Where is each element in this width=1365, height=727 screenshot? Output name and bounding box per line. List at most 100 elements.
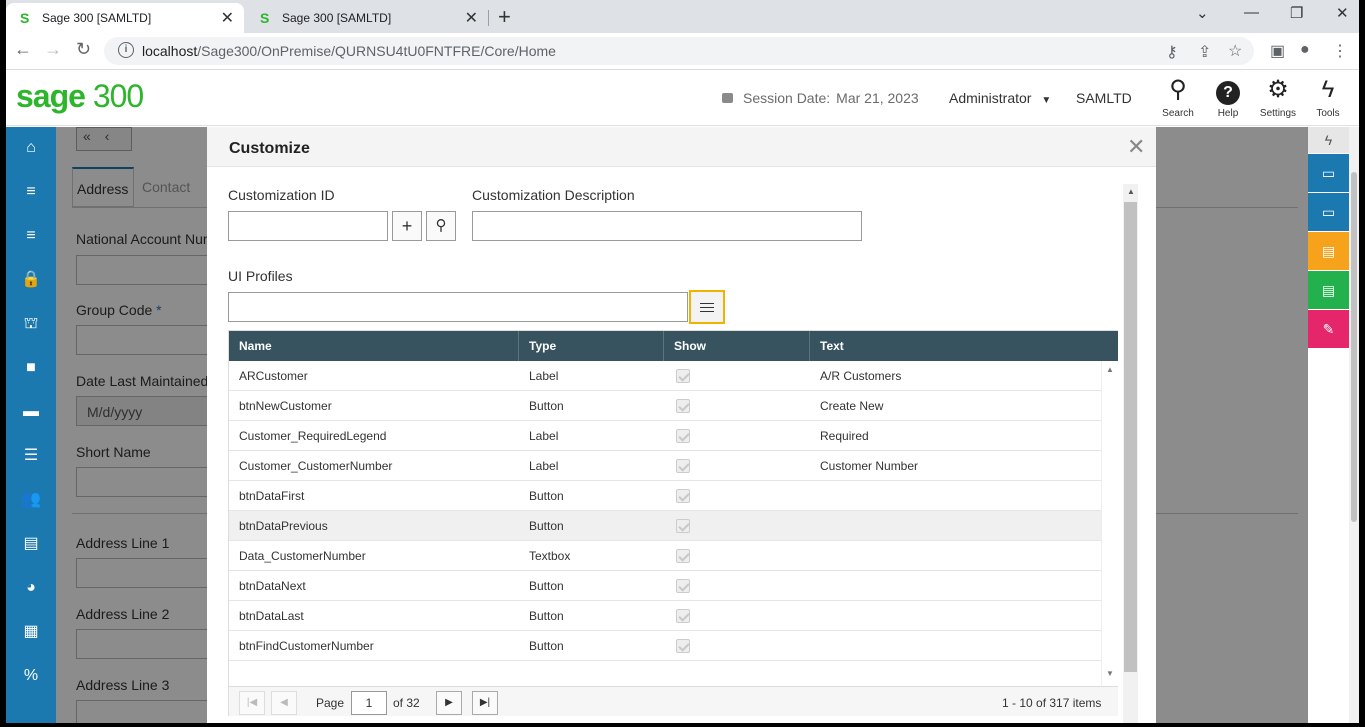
column-header-name[interactable]: Name (229, 331, 519, 361)
minimize-icon[interactable]: — (1244, 4, 1259, 21)
dialog-scroll-thumb[interactable] (1124, 202, 1137, 672)
grid-scrollbar[interactable]: ▲ ▼ (1101, 361, 1118, 686)
user-menu[interactable]: Administrator ▼ (949, 90, 1051, 106)
key-icon[interactable]: ⚷ (1166, 42, 1178, 62)
info-icon[interactable]: i (118, 42, 134, 58)
tools-button[interactable]: ϟ Tools (1304, 76, 1352, 119)
table-row[interactable]: btnNewCustomer Button Create New (229, 391, 1101, 421)
table-row[interactable]: btnFindCustomerNumber Button (229, 631, 1101, 661)
table-row[interactable]: btnDataLast Button (229, 601, 1101, 631)
previous-page-button[interactable]: ◀ (271, 691, 297, 715)
forward-icon[interactable]: → (44, 39, 62, 60)
chevron-down-icon[interactable]: ⌄ (1196, 4, 1209, 22)
show-checkbox[interactable] (676, 639, 690, 653)
folder-icon[interactable]: ▬ (6, 397, 56, 427)
first-page-button[interactable]: |◀ (239, 691, 265, 715)
users-icon[interactable]: 👥 (6, 485, 56, 515)
window-history-icon[interactable]: ▭ (1308, 193, 1349, 231)
show-checkbox[interactable] (676, 369, 690, 383)
scroll-up-icon[interactable]: ▲ (1106, 365, 1114, 374)
share-icon[interactable]: ⇪ (1198, 42, 1211, 62)
ui-profiles-menu-button[interactable] (689, 290, 725, 324)
cell-text[interactable] (810, 571, 1100, 601)
show-checkbox[interactable] (676, 549, 690, 563)
cell-text[interactable]: A/R Customers (810, 361, 1100, 391)
browser-tab-1[interactable]: S Sage 300 [SAMLTD] ✕ (6, 3, 244, 33)
restore-icon[interactable]: ❐ (1290, 4, 1303, 22)
table-row[interactable]: Customer_CustomerNumber Label Customer Num… (229, 451, 1101, 481)
profile-icon[interactable]: ● (1300, 41, 1310, 59)
quick-action-icon[interactable]: ϟ (1308, 127, 1349, 153)
cell-text[interactable]: Customer Number (810, 451, 1100, 481)
sage-logo[interactable]: sage 300 (16, 78, 144, 115)
settings-button[interactable]: ⚙ Settings (1254, 76, 1302, 119)
show-checkbox[interactable] (676, 459, 690, 473)
url-text[interactable]: localhost/Sage300/OnPremise/QURNSU4tU0FN… (142, 43, 556, 59)
help-button[interactable]: ? Help (1204, 76, 1252, 119)
page-scroll-thumb[interactable] (1351, 172, 1357, 522)
inquiry-icon[interactable]: ▤ (1308, 271, 1349, 309)
archive-icon[interactable]: ☰ (6, 441, 56, 471)
cell-text[interactable] (810, 511, 1100, 541)
show-checkbox[interactable] (676, 519, 690, 533)
table-row[interactable]: ARCustomer Label A/R Customers (229, 361, 1101, 391)
show-checkbox[interactable] (676, 609, 690, 623)
column-header-type[interactable]: Type (519, 331, 664, 361)
reload-icon[interactable]: ↻ (76, 39, 91, 60)
report-icon[interactable]: ▤ (1308, 232, 1349, 270)
table-row[interactable]: btnDataNext Button (229, 571, 1101, 601)
pen-icon[interactable]: ✎ (1308, 310, 1349, 348)
scroll-down-icon[interactable]: ▼ (1106, 669, 1114, 678)
cell-text[interactable]: Required (810, 421, 1100, 451)
show-checkbox[interactable] (676, 579, 690, 593)
close-window-icon[interactable]: ✕ (1336, 4, 1349, 22)
find-button[interactable]: ⚲ (426, 211, 456, 241)
bank-icon[interactable]: ⛫ (6, 309, 56, 339)
column-header-show[interactable]: Show (664, 331, 810, 361)
session-date[interactable]: Mar 21, 2023 (836, 90, 919, 106)
new-tab-icon[interactable]: + (498, 4, 511, 30)
show-checkbox[interactable] (676, 399, 690, 413)
bar-chart-icon[interactable]: ▂ (6, 705, 56, 723)
table-row[interactable]: btnDataPrevious Button (229, 511, 1101, 541)
menu-dots-icon[interactable]: ⋮ (1332, 41, 1348, 61)
star-icon[interactable]: ☆ (1228, 41, 1242, 61)
table-icon[interactable]: ▦ (6, 617, 56, 647)
address-bar[interactable]: i localhost/Sage300/OnPremise/QURNSU4tU0… (104, 37, 1254, 65)
company-name[interactable]: SAMLTD (1076, 90, 1132, 106)
add-button[interactable]: + (392, 211, 422, 241)
customization-description-input[interactable] (472, 211, 862, 241)
customization-id-input[interactable] (228, 211, 388, 241)
table-row[interactable]: Customer_RequiredLegend Label Required (229, 421, 1101, 451)
cell-text[interactable] (810, 601, 1100, 631)
document-icon[interactable]: ▤ (6, 529, 56, 559)
receivables-icon[interactable]: ≡ (6, 177, 56, 207)
ui-profiles-input[interactable] (228, 292, 688, 322)
show-checkbox[interactable] (676, 429, 690, 443)
cell-text[interactable] (810, 631, 1100, 661)
page-number-input[interactable]: 1 (351, 691, 387, 715)
briefcase-icon[interactable]: ■ (6, 353, 56, 383)
table-row[interactable]: btnDataFirst Button (229, 481, 1101, 511)
pie-chart-icon[interactable]: ◕ (6, 573, 56, 603)
next-page-button[interactable]: ▶ (436, 691, 462, 715)
last-page-button[interactable]: ▶| (472, 691, 498, 715)
percent-icon[interactable]: % (6, 661, 56, 691)
browser-tab-2[interactable]: S Sage 300 [SAMLTD] ✕ (246, 3, 488, 33)
close-icon[interactable]: ✕ (1127, 134, 1145, 160)
column-header-text[interactable]: Text (810, 331, 1118, 361)
close-tab-icon[interactable]: ✕ (221, 8, 234, 28)
search-button[interactable]: ⚲ Search (1154, 76, 1202, 119)
dialog-scrollbar[interactable]: ▲ (1123, 184, 1138, 723)
sidepanel-icon[interactable]: ▣ (1270, 41, 1285, 61)
cell-text[interactable]: Create New (810, 391, 1100, 421)
home-icon[interactable]: ⌂ (6, 133, 56, 163)
security-icon[interactable]: 🔒 (6, 265, 56, 295)
show-checkbox[interactable] (676, 489, 690, 503)
close-tab-icon[interactable]: ✕ (465, 8, 478, 28)
back-icon[interactable]: ← (14, 39, 32, 60)
cell-text[interactable] (810, 541, 1100, 571)
cell-text[interactable] (810, 481, 1100, 511)
scroll-up-icon[interactable]: ▲ (1127, 187, 1135, 196)
payables-icon[interactable]: ≡ (6, 221, 56, 251)
